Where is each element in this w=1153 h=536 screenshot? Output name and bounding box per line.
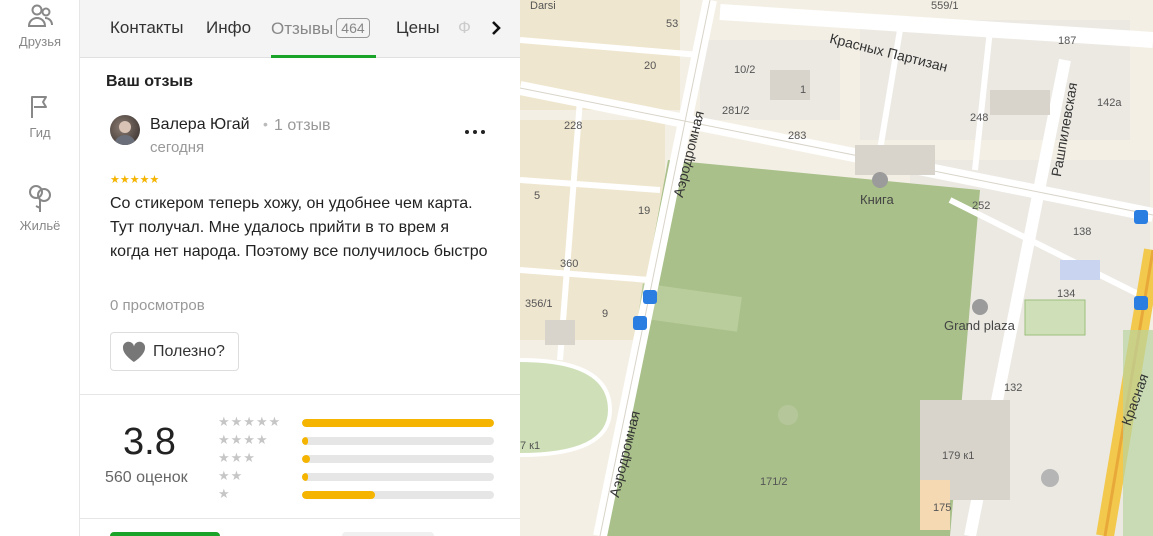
poi-label: Книга <box>860 192 894 207</box>
map-label: 248 <box>970 112 989 124</box>
useful-label: Полезно? <box>153 343 225 360</box>
more-dots-icon <box>465 130 485 134</box>
map-label: 132 <box>1004 382 1023 394</box>
map-label: 187 <box>1058 35 1077 47</box>
distribution-stars: ★ <box>218 486 231 501</box>
sidebar-item-label: Жильё <box>19 218 61 233</box>
sidebar-item-label: Друзья <box>18 34 62 49</box>
left-rail: Друзья Гид Жильё <box>0 0 80 536</box>
your-review-title: Ваш отзыв <box>106 73 193 90</box>
review-stars: ★★★★★ <box>110 174 160 186</box>
map-label: 281/2 <box>722 105 750 117</box>
map-label: 19 <box>638 205 651 217</box>
sidebar-item-label: Гид <box>29 125 51 140</box>
rating-distribution-row: ★★★★★ <box>218 414 518 432</box>
map-label: 356/1 <box>525 298 553 310</box>
map-label: 228 <box>564 120 583 132</box>
friends-icon <box>27 4 53 27</box>
map-label: 53 <box>666 18 679 30</box>
map-label: 5 <box>534 190 541 202</box>
review-author[interactable]: Валера Югай <box>150 116 250 134</box>
tab-reviews-label: Отзывы <box>271 19 334 38</box>
place-panel: Контакты Инфо Отзывы 464 Цены Ф Ваш отзыв… <box>80 0 520 536</box>
map-label: 142а <box>1097 97 1122 109</box>
secondary-button[interactable] <box>342 532 434 536</box>
review-date: сегодня <box>150 139 205 156</box>
useful-button[interactable]: Полезно? <box>110 332 239 371</box>
sidebar-item-guide[interactable]: Гид <box>0 93 80 140</box>
views-count: 0 просмотров <box>110 297 205 314</box>
poi-label: Grand plaza <box>944 318 1015 333</box>
tab-reviews[interactable]: Отзывы 464 <box>271 18 370 39</box>
rating-count: 560 оценок <box>105 469 188 486</box>
distribution-bar-track <box>302 419 494 427</box>
distribution-bar-fill <box>302 437 308 445</box>
distribution-stars: ★★ <box>218 468 244 483</box>
map-label: 10/2 <box>734 64 756 76</box>
map-label: 138 <box>1073 226 1092 238</box>
heart-icon <box>122 341 146 362</box>
distribution-stars: ★★★★ <box>218 432 269 447</box>
rating-distribution-row: ★★★★ <box>218 432 518 450</box>
tab-prices[interactable]: Цены <box>396 18 440 38</box>
map-label: 20 <box>644 60 657 72</box>
rating-score: 3.8 <box>123 421 176 463</box>
separator-dot: • <box>263 116 268 132</box>
map-label: 252 <box>972 200 991 212</box>
map-label: 283 <box>788 130 807 142</box>
distribution-bar-fill <box>302 455 310 463</box>
distribution-stars: ★★★★★ <box>218 414 282 429</box>
map-label: 1 <box>800 84 807 96</box>
chevron-right-icon[interactable] <box>484 16 508 40</box>
map-label: 7 к1 <box>520 440 541 452</box>
tab-contacts[interactable]: Контакты <box>110 18 183 38</box>
sidebar-item-housing[interactable]: Жильё <box>0 182 80 233</box>
active-tab-indicator <box>271 55 376 58</box>
distribution-stars: ★★★ <box>218 450 256 465</box>
more-options-button[interactable] <box>460 120 490 144</box>
rating-distribution-row: ★★ <box>218 468 518 486</box>
distribution-bar-track <box>302 491 494 499</box>
map-label: Darsi <box>530 0 556 12</box>
tab-info[interactable]: Инфо <box>206 18 251 38</box>
map-label: 134 <box>1057 288 1076 300</box>
flag-icon <box>31 96 47 118</box>
map-label: 9 <box>602 308 609 320</box>
map-label: 171/2 <box>760 476 788 488</box>
write-review-button[interactable] <box>110 532 220 536</box>
divider <box>80 394 520 395</box>
rating-distribution-row: ★ <box>218 486 518 504</box>
tab-bar: Контакты Инфо Отзывы 464 Цены Ф <box>80 0 520 58</box>
map-label: 559/1 <box>931 0 959 12</box>
distribution-bar-fill <box>302 473 308 481</box>
map-label: 360 <box>560 258 579 270</box>
avatar[interactable] <box>110 115 140 145</box>
rating-distribution-row: ★★★ <box>218 450 518 468</box>
housing-icon <box>29 185 51 212</box>
distribution-bar-track <box>302 437 494 445</box>
review-text: Со стикером теперь хожу, он удобнее чем … <box>110 195 488 260</box>
map-label: 175 <box>933 502 952 514</box>
author-review-count[interactable]: 1 отзыв <box>274 117 331 135</box>
distribution-bar-fill <box>302 419 494 427</box>
map-label: 179 к1 <box>942 450 975 462</box>
distribution-bar-track <box>302 455 494 463</box>
reviews-count-badge: 464 <box>336 18 370 38</box>
distribution-bar-track <box>302 473 494 481</box>
tab-next-partial[interactable]: Ф <box>458 18 471 38</box>
map-view[interactable]: Darsi 53 559/1 Красных Партизан 20 10/2 … <box>520 0 1153 536</box>
divider <box>80 518 520 519</box>
distribution-bar-fill <box>302 491 375 499</box>
sidebar-item-friends[interactable]: Друзья <box>0 2 80 49</box>
